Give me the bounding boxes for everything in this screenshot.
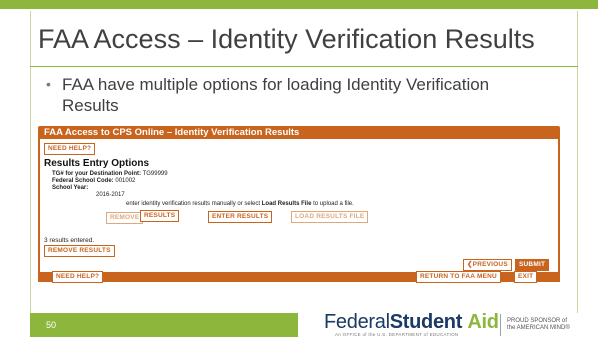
footer-green-bar (30, 313, 298, 337)
instruction-pre: enter identity verification results manu… (126, 201, 261, 207)
bullet-dot-icon: • (46, 76, 51, 92)
remove-button-overlap[interactable]: REMOVE (106, 212, 144, 224)
bullet-text: FAA have multiple options for loading Id… (62, 75, 490, 115)
need-help-button-bottom[interactable]: NEED HELP? (52, 271, 104, 283)
load-results-file-button[interactable]: LOAD RESULTS FILE (291, 211, 369, 223)
school-code-value: 001002 (115, 178, 136, 184)
school-year-value: 2016-2017 (96, 192, 125, 198)
school-year-label: School Year: (52, 185, 89, 191)
previous-label: PREVIOUS (472, 261, 508, 268)
return-to-faa-menu-button[interactable]: RETURN TO FAA MENU (416, 271, 501, 283)
need-help-button-top[interactable]: NEED HELP? (44, 143, 96, 155)
bullet-item: • FAA have multiple options for loading … (46, 74, 516, 116)
sponsor-line-1: PROUD SPONSOR of (507, 318, 568, 324)
results-entry-heading: Results Entry Options (44, 158, 150, 169)
school-year-row: School Year: (52, 185, 88, 191)
results-button[interactable]: RESULTS (140, 210, 180, 222)
remove-results-button[interactable]: REMOVE RESULTS (44, 245, 115, 257)
sponsor-line-2: the AMERICAN MIND® (507, 325, 570, 331)
brand-subtitle: An OFFICE of the U.S. DEPARTMENT of EDUC… (335, 332, 459, 337)
federal-student-aid-logo: FederalStudent Aid (324, 311, 499, 334)
screenshot-title-bar: FAA Access to CPS Online – Identity Veri… (38, 126, 560, 139)
school-code-label: Federal School Code: (52, 178, 114, 184)
top-accent-bar (0, 0, 598, 9)
brand-federal: Federal (324, 311, 390, 333)
school-code-row: Federal School Code: 001002 (52, 178, 135, 184)
sponsor-text: PROUD SPONSOR of the AMERICAN MIND® (507, 318, 570, 332)
submit-button[interactable]: SUBMIT (515, 259, 550, 271)
enter-results-button[interactable]: ENTER RESULTS (208, 211, 273, 223)
previous-button[interactable]: ❮PREVIOUS (463, 259, 512, 271)
instruction-bold: Load Results File (261, 201, 312, 207)
slide-title: FAA Access – Identity Verification Resul… (38, 24, 535, 54)
exit-button[interactable]: EXIT (514, 271, 538, 283)
results-count-text: 3 results entered. (44, 237, 95, 244)
brand-divider (500, 314, 501, 336)
tg-number-row: TG# for your Destination Point: TG99999 (52, 171, 168, 177)
brand-aid: Aid (467, 311, 499, 333)
instruction-text: enter identity verification results manu… (126, 201, 354, 207)
title-divider (30, 66, 578, 67)
page-number: 50 (46, 320, 57, 330)
embedded-screenshot: FAA Access to CPS Online – Identity Veri… (38, 126, 568, 283)
tg-value: TG99999 (142, 171, 168, 177)
brand-student: Student (389, 311, 463, 333)
screenshot-window-title: FAA Access to CPS Online – Identity Veri… (44, 127, 300, 138)
tg-label: TG# for your Destination Point: (52, 171, 142, 177)
slide-frame-left (30, 11, 31, 313)
slide-frame-right (577, 11, 578, 313)
instruction-post: to upload a file. (313, 201, 354, 207)
